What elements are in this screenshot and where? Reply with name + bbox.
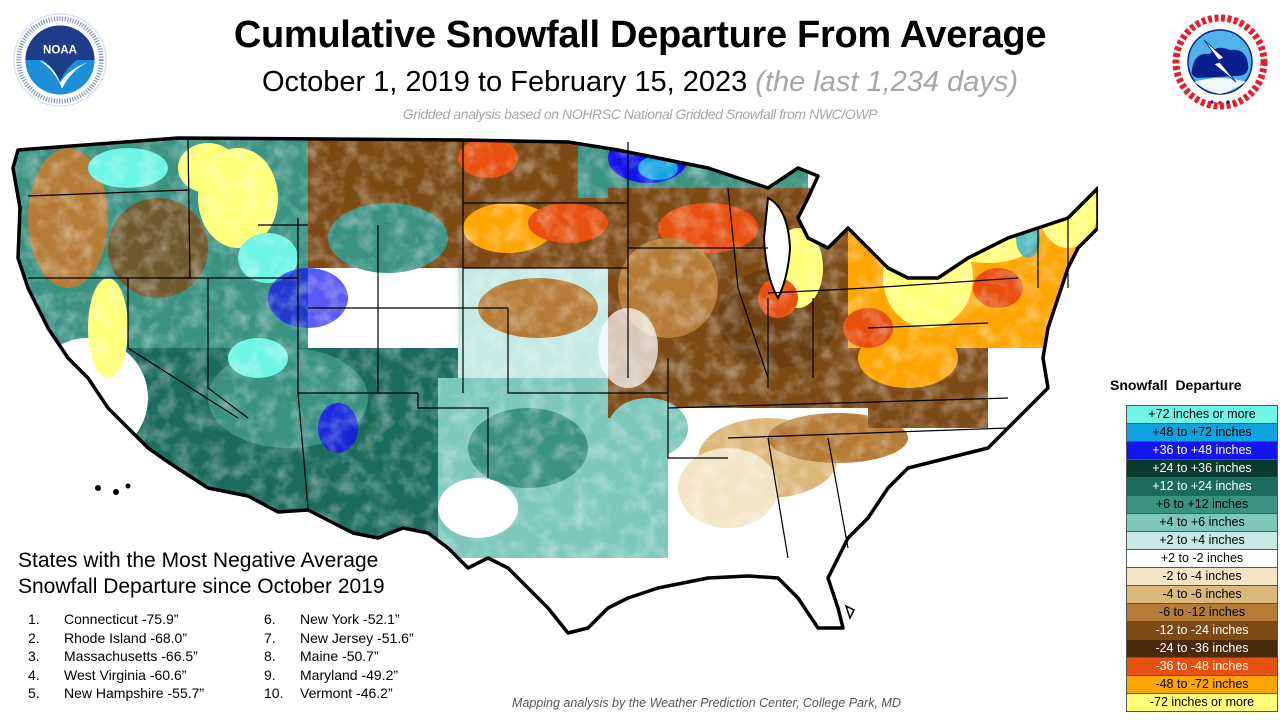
legend-item: +48 to +72 inches: [1127, 424, 1277, 442]
ranking-number: 7.: [264, 629, 276, 646]
ranking-number: 10.: [264, 685, 284, 701]
ranking-number: 1.: [28, 611, 40, 627]
map-subtitle: October 1, 2019 to February 15, 2023 (th…: [0, 66, 1280, 99]
nws-logo: [1172, 14, 1268, 110]
date-range: October 1, 2019 to February 15, 2023: [261, 66, 748, 98]
ranking-state: New Hampshire: [64, 685, 164, 701]
ranking-item: 6. New York -52.1”: [264, 610, 414, 629]
ranking-state: Maine: [300, 648, 339, 664]
legend-item: -72 inches or more: [1127, 694, 1277, 711]
ranking-value: -68.0”: [150, 629, 187, 646]
rankings-list-1-5: 1. Connecticut -75.9” 2. Rhode Island -68.0…: [28, 610, 204, 703]
ranking-number: 8.: [264, 648, 276, 664]
ranking-state: Connecticut: [64, 611, 138, 627]
legend-item: -2 to -4 inches: [1127, 568, 1277, 586]
ranking-number: 3.: [28, 648, 40, 664]
legend-item: +4 to +6 inches: [1127, 514, 1277, 532]
rankings-heading-line2: Snowfall Departure since October 2019: [18, 575, 385, 598]
legend-item: -48 to -72 inches: [1127, 676, 1277, 694]
rankings-heading: States with the Most Negative Average Sn…: [18, 548, 385, 600]
ranking-state: Rhode Island: [64, 629, 147, 646]
noaa-logo: NOAA: [13, 13, 107, 107]
ranking-item: 4. West Virginia -60.6”: [28, 666, 204, 685]
ranking-number: 9.: [264, 666, 276, 683]
ranking-item: 2. Rhode Island -68.0”: [28, 629, 204, 648]
credit-note: Mapping analysis by the Weather Predicti…: [512, 696, 901, 710]
ranking-number: 2.: [28, 629, 40, 646]
ranking-item: 9. Maryland -49.2”: [264, 666, 414, 685]
ranking-number: 5.: [28, 685, 40, 701]
legend-item: -12 to -24 inches: [1127, 622, 1277, 640]
legend-item: +24 to +36 inches: [1127, 460, 1277, 478]
ranking-number: 6.: [264, 611, 276, 627]
map-title: Cumulative Snowfall Departure From Avera…: [233, 14, 1047, 56]
ranking-state: West Virginia: [64, 666, 146, 683]
ranking-value: -52.1”: [363, 611, 400, 627]
legend-item: +2 to -2 inches: [1127, 550, 1277, 568]
ranking-number: 4.: [28, 666, 40, 683]
ranking-state: Massachusetts: [64, 648, 158, 664]
ranking-value: -50.7”: [342, 648, 379, 664]
legend-item: -24 to -36 inches: [1127, 640, 1277, 658]
ranking-item: 1. Connecticut -75.9”: [28, 610, 204, 629]
legend-title: Snowfall Departure: [1110, 377, 1242, 393]
legend-item: +2 to +4 inches: [1127, 532, 1277, 550]
legend-item: +6 to +12 inches: [1127, 496, 1277, 514]
ranking-value: -66.5”: [161, 648, 198, 664]
ranking-value: -46.2”: [356, 685, 393, 701]
ranking-item: 3. Massachusetts -66.5”: [28, 647, 204, 666]
noaa-text: NOAA: [43, 44, 78, 56]
ranking-state: Vermont: [300, 685, 353, 701]
legend-item: -6 to -12 inches: [1127, 604, 1277, 622]
rankings-heading-line1: States with the Most Negative Average: [18, 549, 379, 572]
legend-item: -36 to -48 inches: [1127, 658, 1277, 676]
ranking-state: Maryland: [300, 666, 358, 683]
ranking-value: -60.6”: [149, 666, 187, 683]
legend-item: +72 inches or more: [1127, 406, 1277, 424]
ranking-value: -49.2”: [361, 666, 399, 683]
ranking-item: 7. New Jersey -51.6”: [264, 629, 414, 648]
ranking-value: -55.7”: [167, 685, 205, 701]
ranking-item: 5. New Hampshire -55.7”: [28, 684, 204, 703]
legend-item: -4 to -6 inches: [1127, 586, 1277, 604]
ranking-value: -51.6”: [377, 629, 414, 646]
ranking-value: -75.9”: [141, 611, 179, 627]
ranking-item: 10. Vermont -46.2”: [264, 684, 414, 703]
legend-item: +12 to +24 inches: [1127, 478, 1277, 496]
days-note: (the last 1,234 days): [755, 66, 1019, 98]
ranking-state: New York: [300, 611, 360, 627]
ranking-item: 8. Maine -50.7”: [264, 647, 414, 666]
ranking-state: New Jersey: [300, 629, 374, 646]
legend: +72 inches or more +48 to +72 inches +36 t…: [1126, 405, 1278, 712]
legend-item: +36 to +48 inches: [1127, 442, 1277, 460]
data-source-note: Gridded analysis based on NOHRSC Nationa…: [402, 106, 878, 122]
rankings-list-6-10: 6. New York -52.1” 7. New Jersey -51.6” 8. Ma…: [264, 610, 414, 703]
